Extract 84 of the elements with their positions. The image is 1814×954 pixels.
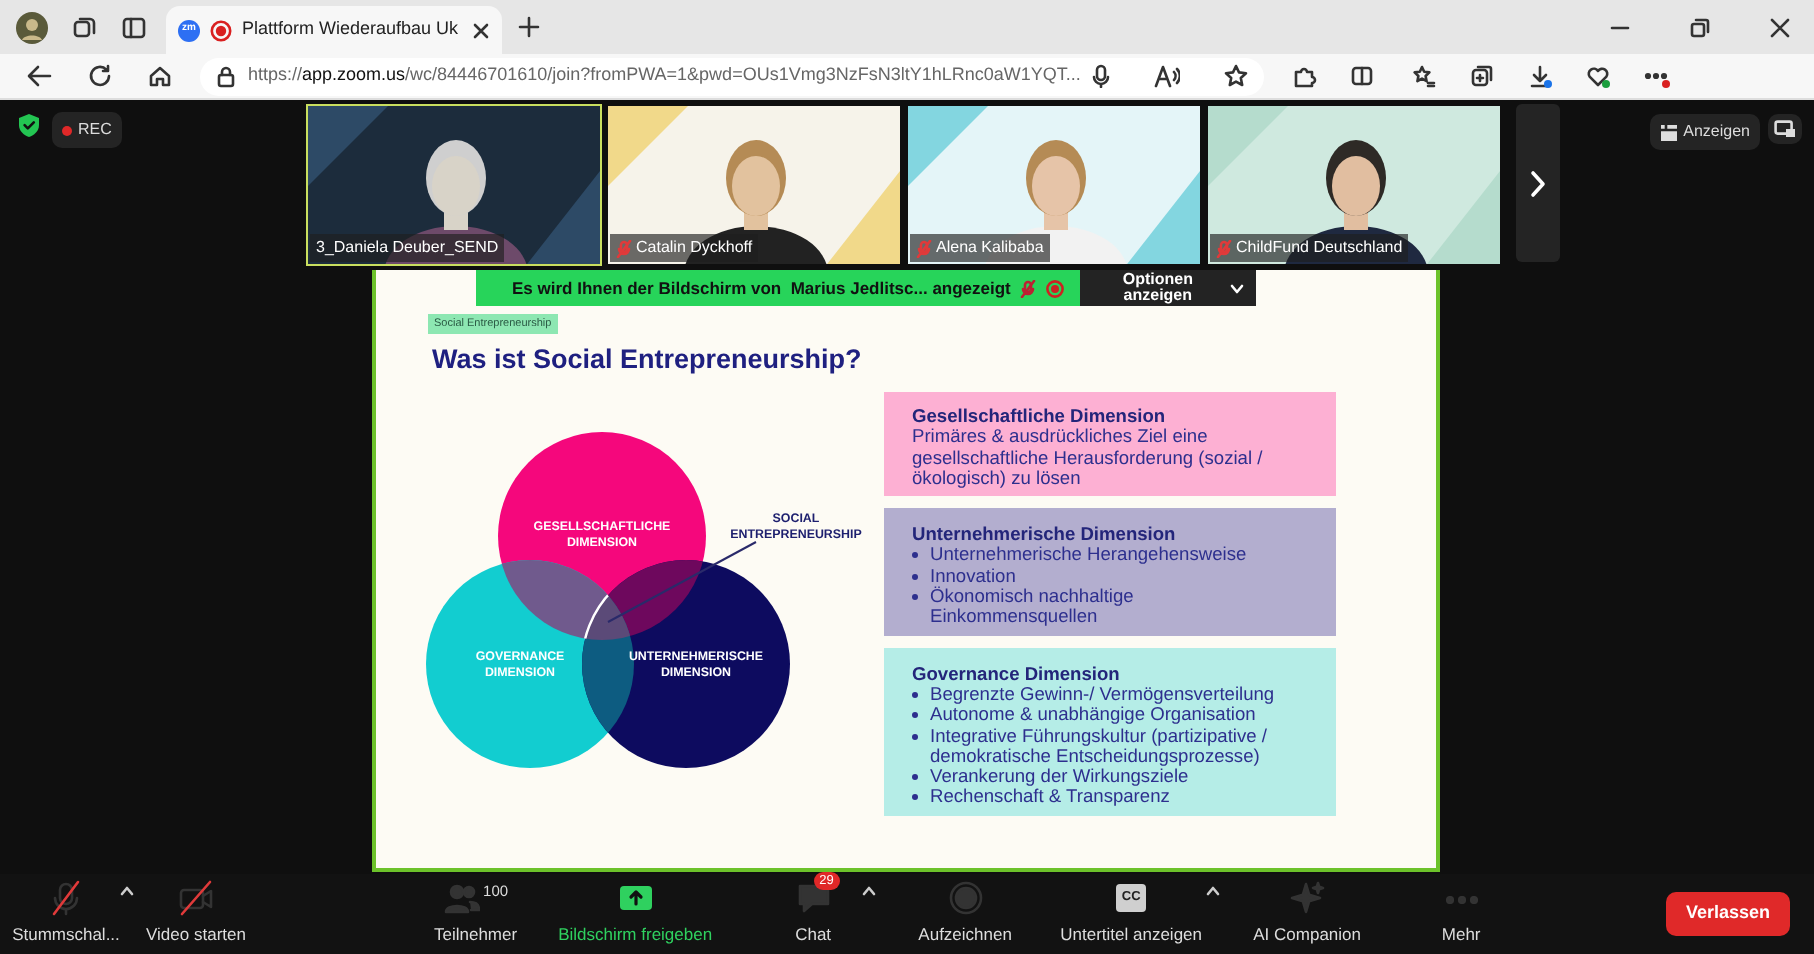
video-off-icon xyxy=(178,880,214,917)
workspaces-icon[interactable] xyxy=(72,14,98,40)
bullet-text: Innovation xyxy=(930,565,1016,586)
caret-up-icon[interactable] xyxy=(861,886,876,896)
bullet-text: Begrenzte Gewinn-/ Vermögensverteilung xyxy=(930,683,1275,705)
bullet-text: Unternehmerische Herangehensweise xyxy=(930,544,1247,566)
recording-dot-icon xyxy=(62,125,72,135)
toolbar-button[interactable]: Mehr xyxy=(1421,880,1502,948)
profile-avatar[interactable] xyxy=(16,11,48,43)
sparkle-icon xyxy=(1289,880,1326,917)
screen-layout-icon[interactable] xyxy=(1774,120,1796,138)
muted-mic-icon xyxy=(1216,239,1232,257)
new-tab-icon[interactable] xyxy=(518,16,540,38)
restore-icon[interactable] xyxy=(1690,17,1710,37)
bullet-icon xyxy=(912,573,918,580)
card-title: Unternehmerische Dimension xyxy=(912,524,1178,545)
bullet-icon xyxy=(912,774,918,781)
bullet-text: Autonome & unabhängige Organisation xyxy=(930,704,1256,726)
bullet-icon xyxy=(912,794,918,801)
caret-up-icon[interactable] xyxy=(120,886,134,896)
muted-mic-icon xyxy=(1020,279,1037,297)
site-info-icon[interactable] xyxy=(216,65,236,87)
toolbar-button[interactable]: Stummschal... xyxy=(12,880,120,948)
downloads-icon[interactable] xyxy=(1528,63,1555,89)
close-icon[interactable] xyxy=(1770,17,1790,37)
recording-icon xyxy=(1046,279,1065,297)
toolbar-button[interactable]: Bildschirm freigeben xyxy=(545,880,726,948)
bullet-text: Ökonomisch nachhaltige Einkommensquellen xyxy=(930,586,1136,628)
favorite-star-icon[interactable] xyxy=(1224,64,1249,88)
bullet-icon xyxy=(912,691,918,698)
bullet-icon xyxy=(912,594,918,601)
collections-icon[interactable] xyxy=(1470,63,1497,89)
favorites-icon[interactable] xyxy=(1412,63,1439,89)
address-field[interactable]: https://app.zoom.us/wc/84446701610/join?fromPWA=1&pwd=OUs1Vmg3NzFsN3ltY1hLRnc0aW1YQT... xyxy=(200,57,1265,95)
caret-up-icon[interactable] xyxy=(1205,886,1220,896)
bullet-icon xyxy=(912,712,918,719)
chevron-right-icon xyxy=(1530,169,1546,197)
reload-icon[interactable] xyxy=(88,64,112,88)
share-banner: Es wird Ihnen der Bildschirm von Marius Jedlitsc... angezeigt xyxy=(476,270,1081,306)
tab-title: Plattform Wiederaufbau Uk xyxy=(242,16,461,43)
card-title: Gesellschaftliche Dimension xyxy=(912,406,1168,427)
url-text: https://app.zoom.us/wc/84446701610/join?fromPWA=1&pwd=OUs1Vmg3NzFsN3ltY1hLRnc0aW1YQT... xyxy=(248,62,1081,89)
toolbar-button[interactable]: AI Companion xyxy=(1237,880,1378,948)
back-icon[interactable] xyxy=(26,64,52,88)
record-icon xyxy=(947,880,984,917)
bullet-text: Integrative Führungskultur (partizipative / demokratische Entscheidungsprozesse) xyxy=(930,725,1269,767)
recording-icon xyxy=(210,19,232,41)
participant-name: 3_Daniela Deuber_SEND xyxy=(310,234,505,262)
bullet-text: Verankerung der Wirkungsziele xyxy=(930,766,1189,787)
muted-mic-icon xyxy=(616,239,632,257)
split-screen-icon[interactable] xyxy=(1350,63,1377,89)
security-shield-icon xyxy=(16,112,42,138)
read-aloud-icon[interactable] xyxy=(1154,64,1181,88)
muted-mic-icon xyxy=(48,880,84,917)
video-tile[interactable]: Catalin Dyckhoff xyxy=(606,104,902,266)
extensions-icon[interactable] xyxy=(1292,63,1319,89)
bullet-icon xyxy=(912,733,918,740)
toolbar-button[interactable]: Video starten xyxy=(134,880,258,948)
participants-icon xyxy=(443,880,480,917)
recording-indicator: REC xyxy=(52,112,122,148)
more-icon xyxy=(1445,896,1478,905)
leave-button[interactable]: Verlassen xyxy=(1665,892,1790,936)
bullet-icon xyxy=(912,552,918,559)
participant-name: Catalin Dyckhoff xyxy=(610,234,759,262)
options-button[interactable]: Optionen anzeigen xyxy=(1080,270,1257,306)
card-text: Primäres & ausdrückliches Ziel eine gesellschaftliche Herausforderung (sozial / ökologisch) zu lösen xyxy=(912,426,1265,489)
chevron-down-icon xyxy=(1230,283,1245,293)
participant-name: ChildFund Deutschland xyxy=(1210,234,1409,262)
bullet-text: Rechenschaft & Transparenz xyxy=(930,786,1170,808)
view-button[interactable]: Anzeigen xyxy=(1649,114,1760,150)
video-tile[interactable]: ChildFund Deutschland xyxy=(1206,104,1502,266)
slide-title: Was ist Social Entrepreneurship? xyxy=(432,344,862,377)
grid-view-icon xyxy=(1659,123,1678,141)
health-icon[interactable] xyxy=(1586,63,1613,89)
microphone-icon[interactable] xyxy=(1092,64,1111,88)
close-icon[interactable] xyxy=(472,21,490,39)
muted-mic-icon xyxy=(916,239,932,257)
video-tile[interactable]: Alena Kalibaba xyxy=(906,104,1202,266)
toolbar-button[interactable]: Aufzeichnen xyxy=(905,880,1026,948)
participant-name: Alena Kalibaba xyxy=(910,234,1050,262)
tab-actions-icon[interactable] xyxy=(122,15,146,39)
video-tile[interactable]: 3_Daniela Deuber_SEND xyxy=(306,104,602,266)
home-icon[interactable] xyxy=(148,64,172,88)
card-title: Governance Dimension xyxy=(912,663,1122,684)
